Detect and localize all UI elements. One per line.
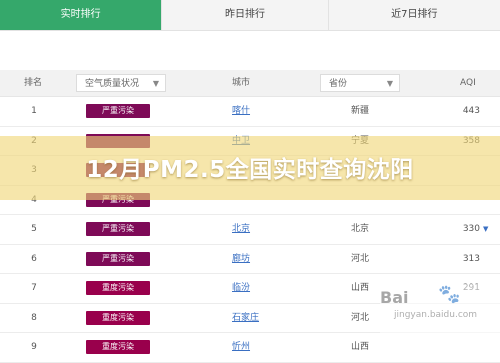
overlay-title: 12月PM2.5全国实时查询沈阳 [86,157,414,183]
city-link[interactable]: 临汾 [232,274,272,302]
aqi-cell: 313 [462,253,480,264]
ranking-tabs: 实时排行 昨日排行 近7日排行 [0,0,500,31]
air-quality-filter-label: 空气质量状况 [85,79,140,89]
aqi-cell: 330 [462,224,480,234]
table-row: 5 严重污染 北京 北京 330 ▼ [0,215,500,245]
paw-logo-icon: 🐾 [438,284,461,305]
header-aqi: AQI [460,78,476,88]
tab-realtime-ranking[interactable]: 实时排行 [0,0,162,30]
header-rank: 排名 [24,78,43,88]
city-link[interactable]: 喀什 [232,97,272,125]
status-badge: 严重污染 [86,251,150,266]
table-header: 排名 空气质量状况 ▼ 城市 省份 ▼ AQI [0,70,500,97]
table-row: 9 重度污染 忻州 山西 [0,333,500,363]
status-badge: 重度污染 [86,310,150,325]
chevron-down-icon: ▼ [386,79,393,88]
aqi-cell [430,333,480,361]
status-badge: 严重污染 [86,222,150,236]
baidu-watermark: Bai [380,288,409,307]
header-city: 城市 [232,78,251,88]
status-badge: 重度污染 [86,340,150,354]
rank-cell: 7 [31,283,37,293]
tab-7day-ranking[interactable]: 近7日排行 [327,0,500,30]
province-cell: 河北 [350,253,369,264]
city-link[interactable]: 廊坊 [232,245,272,273]
city-link[interactable]: 石家庄 [232,304,272,332]
province-cell: 北京 [350,224,369,234]
status-badge: 重度污染 [86,281,150,295]
city-link[interactable]: 北京 [232,215,272,243]
province-cell: 新疆 [350,106,369,116]
rank-cell: 9 [31,342,37,352]
aqi-cell: 443 [462,106,480,116]
tab-yesterday-ranking[interactable]: 昨日排行 [161,0,327,30]
watermark-url: jingyan.baidu.com [394,310,478,320]
rank-cell: 6 [31,253,37,264]
province-filter-label: 省份 [329,79,348,89]
rank-cell: 8 [31,312,37,323]
chevron-down-icon: ▼ [152,79,159,88]
table-row: 6 严重污染 廊坊 河北 313 [0,245,500,274]
rank-cell: 5 [31,224,37,234]
air-quality-filter-select[interactable]: 空气质量状况 ▼ [76,74,166,92]
trend-down-icon: ▼ [483,225,489,233]
status-badge: 严重污染 [86,104,150,118]
table-row: 1 严重污染 喀什 新疆 443 [0,97,500,127]
province-cell: 山西 [350,342,369,352]
city-link[interactable]: 忻州 [232,333,272,361]
province-filter-select[interactable]: 省份 ▼ [320,74,400,92]
rank-cell: 1 [31,106,37,116]
